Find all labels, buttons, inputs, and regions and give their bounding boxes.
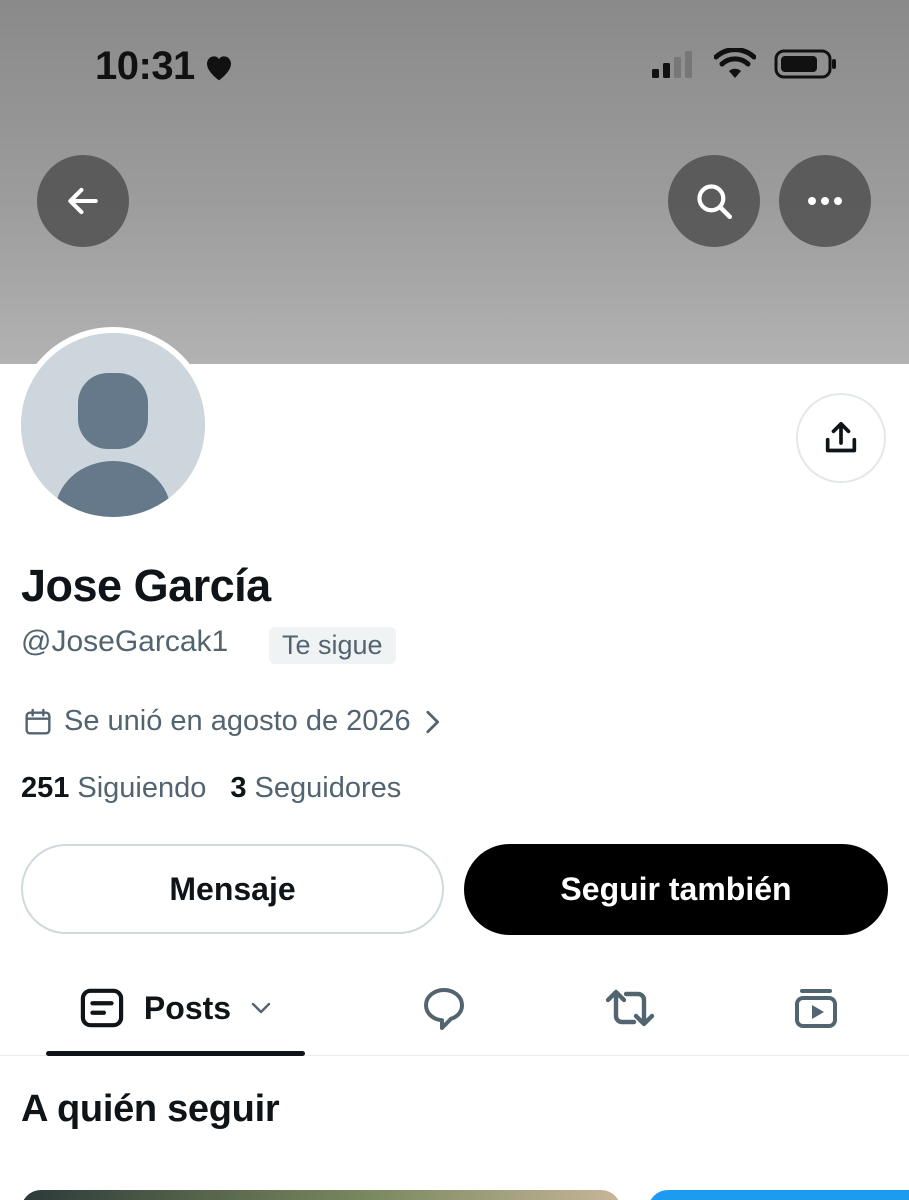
tab-replies[interactable] xyxy=(396,960,492,1056)
more-horizontal-icon xyxy=(808,197,842,205)
joined-date-text: Se unió en agosto de 2026 xyxy=(64,705,411,737)
status-time: 10:31 xyxy=(95,44,235,89)
tab-reposts[interactable] xyxy=(582,960,678,1056)
follow-back-button[interactable]: Seguir también xyxy=(464,844,888,935)
suggestion-card[interactable] xyxy=(648,1190,909,1200)
profile-handle: @JoseGarcak1 xyxy=(21,625,229,658)
reposts-icon xyxy=(605,989,655,1027)
chevron-right-icon xyxy=(426,710,439,733)
suggestion-card-image[interactable] xyxy=(21,1190,621,1200)
followers-count: 3 xyxy=(230,772,247,804)
following-count: 251 xyxy=(21,772,70,804)
default-avatar-icon xyxy=(21,333,205,517)
back-button[interactable] xyxy=(37,155,129,247)
avatar[interactable] xyxy=(21,333,205,517)
tab-posts-label: Posts xyxy=(143,989,232,1026)
following-stat[interactable]: 251 Siguiendo xyxy=(21,772,206,805)
heart-icon xyxy=(206,55,231,80)
status-icons xyxy=(650,48,838,80)
replies-icon xyxy=(424,988,464,1030)
media-icon xyxy=(795,989,837,1028)
active-tab-indicator xyxy=(46,1051,305,1056)
clock-text: 10:31 xyxy=(95,44,195,88)
who-to-follow-title: A quién seguir xyxy=(21,1088,280,1130)
follow-stats: 251 Siguiendo 3 Seguidores xyxy=(21,772,401,805)
more-button[interactable] xyxy=(779,155,871,247)
calendar-icon xyxy=(25,708,51,735)
chevron-down-icon xyxy=(251,1002,271,1014)
share-button[interactable] xyxy=(796,393,886,483)
followers-stat[interactable]: 3 Seguidores xyxy=(230,772,401,805)
search-button[interactable] xyxy=(668,155,760,247)
joined-date-row[interactable]: Se unió en agosto de 2026 xyxy=(22,705,443,738)
following-label: Siguiendo xyxy=(77,772,207,804)
followers-label: Seguidores xyxy=(254,772,402,804)
tab-posts[interactable]: Posts xyxy=(46,960,305,1056)
posts-icon xyxy=(80,988,124,1028)
message-button[interactable]: Mensaje xyxy=(21,844,444,934)
arrow-left-icon xyxy=(68,187,98,215)
tab-media[interactable] xyxy=(768,960,864,1056)
cellular-signal-icon xyxy=(652,51,692,78)
profile-name: Jose García xyxy=(21,560,271,611)
search-icon xyxy=(697,184,733,220)
share-icon xyxy=(825,422,857,453)
avatar-container xyxy=(15,327,211,523)
follows-you-badge: Te sigue xyxy=(269,627,396,664)
wifi-icon xyxy=(714,48,756,78)
battery-icon xyxy=(774,49,836,79)
profile-tabs: Posts xyxy=(0,960,909,1056)
